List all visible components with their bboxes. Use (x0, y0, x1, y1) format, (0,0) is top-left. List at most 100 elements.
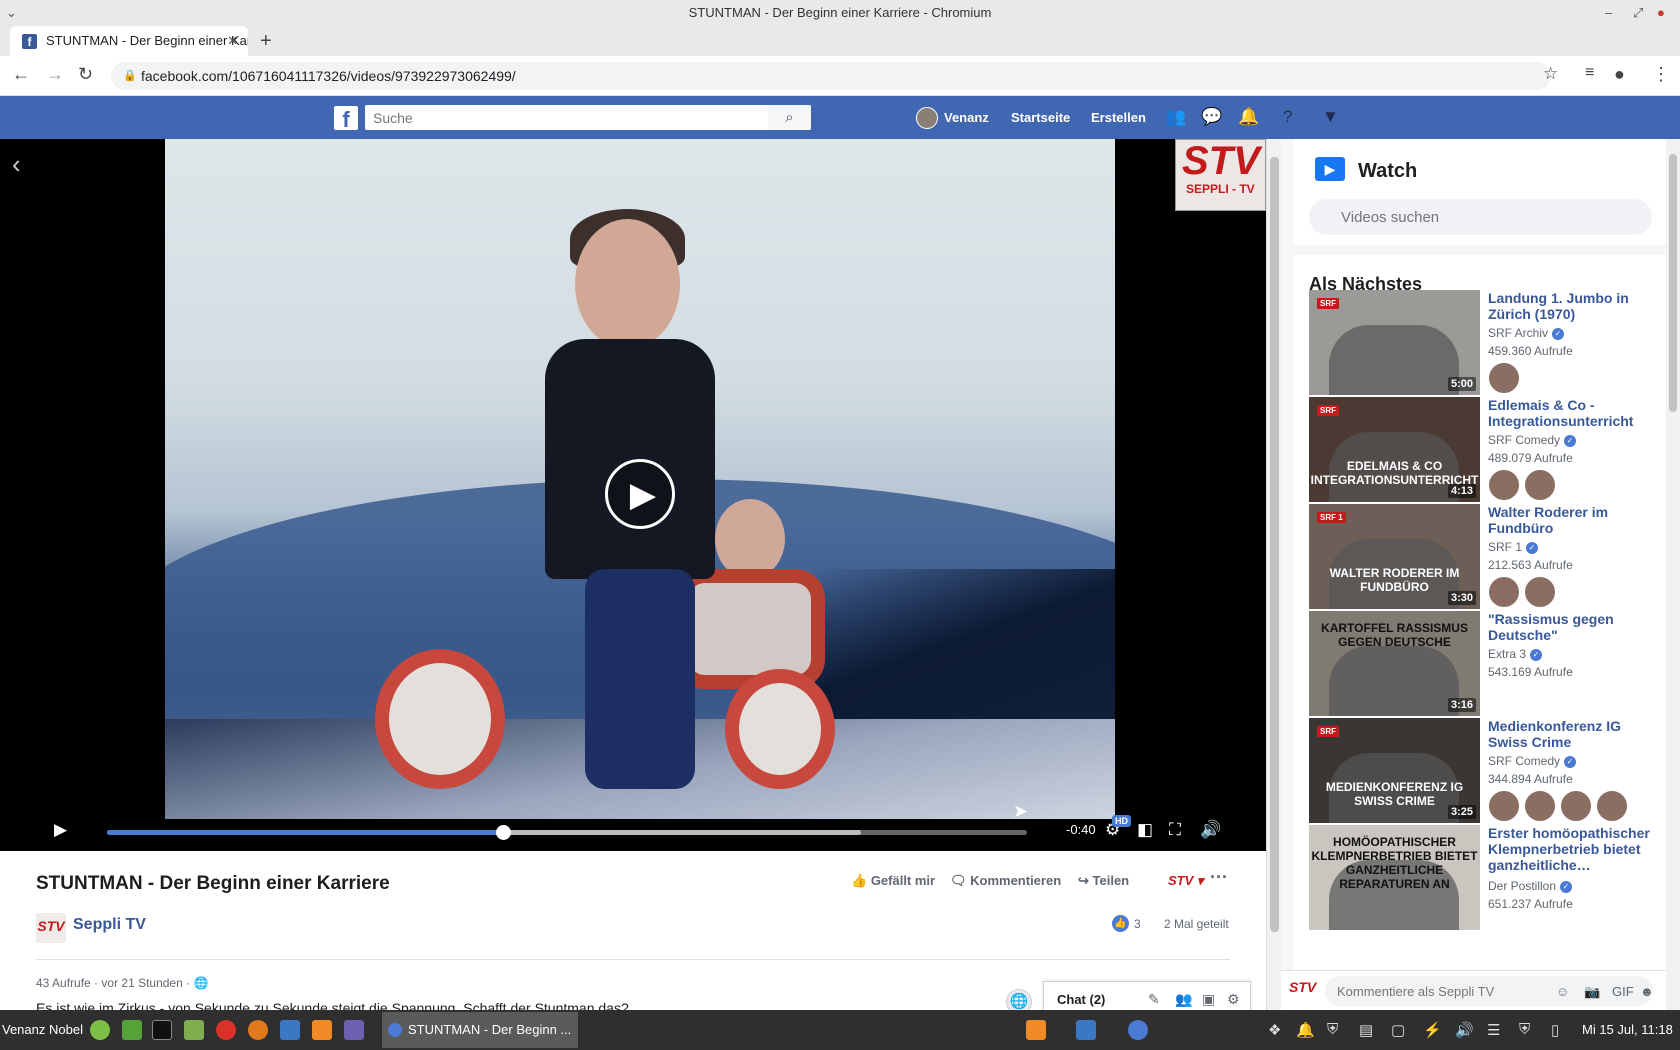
comment-input[interactable] (1325, 976, 1653, 1006)
sticker-icon[interactable]: ☻ (1640, 984, 1654, 999)
up-next-title[interactable]: Edlemais & Co - Integrationsunterricht (1488, 397, 1658, 429)
up-next-item[interactable]: MEDIENKONFERENZ IG SWISS CRIME SRF 3:25 Med… (1309, 718, 1659, 823)
friend-avatar[interactable] (1488, 469, 1520, 501)
post-time[interactable]: vor 21 Stunden (101, 976, 182, 990)
search-icon[interactable]: ⌕ (768, 105, 811, 130)
page-avatar[interactable]: STV (36, 913, 66, 943)
workspace-3-icon[interactable] (1128, 1020, 1148, 1040)
close-window-icon[interactable]: ● (1657, 0, 1665, 26)
gif-icon[interactable]: GIF (1612, 984, 1634, 999)
network-icon[interactable]: ☰ (1487, 1021, 1500, 1039)
new-message-icon[interactable]: ✎ (1148, 991, 1160, 1008)
maximize-icon[interactable]: ⤢ (1633, 0, 1643, 26)
up-next-channel[interactable]: Extra 3 ✓ (1488, 647, 1543, 661)
window-menu-icon[interactable]: ⌄ (6, 0, 17, 26)
up-next-item[interactable]: SRF 5:00 Landung 1. Jumbo in Zürich (1970)… (1309, 290, 1659, 395)
notifications-bell-icon[interactable]: 🔔 (1238, 107, 1259, 127)
page-switcher-button[interactable]: STV ▾ (1168, 873, 1203, 889)
friend-reactions[interactable] (1488, 362, 1520, 394)
clipboard-icon[interactable]: ▤ (1359, 1021, 1373, 1039)
up-next-title[interactable]: Erster homöopathischer Klempnerbetrieb b… (1488, 825, 1658, 873)
workspace-2-icon[interactable] (1076, 1020, 1096, 1040)
chat-settings-icon[interactable]: ⚙ (1227, 991, 1240, 1008)
up-next-title[interactable]: "Rassismus gegen Deutsche" (1488, 611, 1658, 643)
fullscreen-icon[interactable]: ⛶ (1169, 820, 1181, 840)
friend-avatar[interactable] (1488, 576, 1520, 608)
page-name-link[interactable]: Seppli TV (73, 916, 146, 934)
mail-icon[interactable] (280, 1020, 300, 1040)
main-scrollbar-thumb[interactable] (1270, 157, 1279, 932)
update-shield-icon[interactable]: ⛨ (1519, 1021, 1530, 1038)
taskbar-user[interactable]: Venanz Nobel (2, 1010, 83, 1050)
new-tab-icon[interactable]: + (260, 26, 272, 56)
dropbox-icon[interactable]: ❖ (1268, 1021, 1281, 1039)
comment-button[interactable]: 🗨 Kommentieren (950, 873, 1061, 889)
friend-avatar[interactable] (1524, 576, 1556, 608)
battery-icon[interactable]: ▯ (1551, 1021, 1559, 1039)
friend-avatar[interactable] (1524, 469, 1556, 501)
video-call-icon[interactable]: ▣ (1202, 991, 1215, 1008)
files-icon[interactable] (184, 1020, 204, 1040)
tab-stuntman[interactable]: f STUNTMAN - Der Beginn einer Karriere ✕ (10, 26, 248, 56)
create-group-icon[interactable]: 👥 (1175, 991, 1192, 1008)
profile-icon[interactable]: ● (1614, 64, 1625, 85)
terminal-icon[interactable] (152, 1020, 172, 1040)
url-bar[interactable]: 🔒 facebook.com/106716041117326/videos/97… (111, 62, 1551, 90)
up-next-channel[interactable]: Der Postillon ✓ (1488, 879, 1573, 893)
up-next-item[interactable]: KARTOFFEL RASSISMUS GEGEN DEUTSCHE 3:16 "R… (1309, 611, 1659, 716)
chat-label[interactable]: Chat (2) (1057, 992, 1105, 1007)
tab-close-icon[interactable]: ✕ (227, 26, 238, 56)
up-next-channel[interactable]: SRF Comedy ✓ (1488, 754, 1577, 768)
up-next-channel[interactable]: SRF Archiv ✓ (1488, 326, 1565, 340)
tray-volume-icon[interactable]: 🔊 (1455, 1021, 1474, 1039)
friend-avatar[interactable] (1596, 790, 1628, 822)
video-thumbnail[interactable]: HOMÖOPATHISCHER KLEMPNERBETRIEB BIETET G… (1309, 825, 1480, 930)
sidebar-scrollbar-thumb[interactable] (1669, 154, 1677, 412)
main-scrollbar[interactable] (1266, 139, 1281, 1010)
nav-create-link[interactable]: Erstellen (1091, 96, 1146, 139)
reload-icon[interactable]: ↻ (78, 64, 93, 85)
media-controls-icon[interactable]: ≡ (1585, 64, 1594, 82)
user-avatar[interactable] (916, 107, 938, 129)
browser-menu-icon[interactable]: ⋮ (1652, 64, 1670, 85)
firefox-icon[interactable] (312, 1020, 332, 1040)
friend-reactions[interactable] (1488, 469, 1556, 501)
video-thumbnail[interactable]: MEDIENKONFERENZ IG SWISS CRIME SRF 3:25 (1309, 718, 1480, 823)
workspace-1-icon[interactable] (1026, 1020, 1046, 1040)
video-search-input[interactable] (1309, 199, 1652, 235)
emoji-icon[interactable]: ☺ (1556, 984, 1569, 999)
messenger-icon[interactable]: 💬 (1201, 107, 1222, 127)
like-button[interactable]: 👍 Gefällt mir (851, 873, 935, 889)
account-menu-chevron-icon[interactable]: ▼ (1322, 107, 1339, 127)
friend-avatar[interactable] (1524, 790, 1556, 822)
bookmark-star-icon[interactable]: ☆ (1543, 64, 1558, 84)
facebook-logo-icon[interactable]: f (334, 106, 358, 132)
commenter-avatar[interactable]: STV (1289, 979, 1317, 1003)
video-thumbnail[interactable]: EDELMAIS & CO INTEGRATIONSUNTERRICHT SRF 4… (1309, 397, 1480, 502)
power-icon[interactable]: ⚡ (1423, 1021, 1442, 1039)
up-next-item[interactable]: HOMÖOPATHISCHER KLEMPNERBETRIEB BIETET G… (1309, 825, 1659, 930)
sidebar-scrollbar[interactable] (1666, 139, 1680, 1010)
tray-bell-icon[interactable]: 🔔 (1296, 1021, 1315, 1039)
up-next-channel[interactable]: SRF Comedy ✓ (1488, 433, 1577, 447)
mint-menu-icon[interactable] (90, 1020, 110, 1040)
up-next-title[interactable]: Landung 1. Jumbo in Zürich (1970) (1488, 290, 1658, 322)
volume-icon[interactable]: 🔊 (1200, 820, 1221, 840)
app-icon[interactable] (248, 1020, 268, 1040)
screenshot-icon[interactable] (344, 1020, 364, 1040)
watch-title[interactable]: Watch (1358, 160, 1417, 183)
shares-count[interactable]: 2 Mal geteilt (1164, 917, 1229, 931)
facebook-search-input[interactable] (365, 105, 811, 130)
friend-requests-icon[interactable]: 👥 (1165, 107, 1186, 127)
video-thumbnail[interactable]: SRF 5:00 (1309, 290, 1480, 395)
progress-bar[interactable] (107, 825, 1027, 840)
opera-icon[interactable] (216, 1020, 236, 1040)
friend-avatar[interactable] (1560, 790, 1592, 822)
progress-scrubber[interactable] (495, 825, 511, 840)
nav-profile-link[interactable]: Venanz (944, 96, 989, 139)
up-next-channel[interactable]: SRF 1 ✓ (1488, 540, 1539, 554)
up-next-item[interactable]: EDELMAIS & CO INTEGRATIONSUNTERRICHT SRF 4… (1309, 397, 1659, 502)
taskbar-window-chromium[interactable]: STUNTMAN - Der Beginn ... (382, 1012, 578, 1048)
up-next-item[interactable]: WALTER RODERER IM FUNDBÜRO SRF 1 3:30 Walte… (1309, 504, 1659, 609)
friend-reactions[interactable] (1488, 790, 1628, 822)
